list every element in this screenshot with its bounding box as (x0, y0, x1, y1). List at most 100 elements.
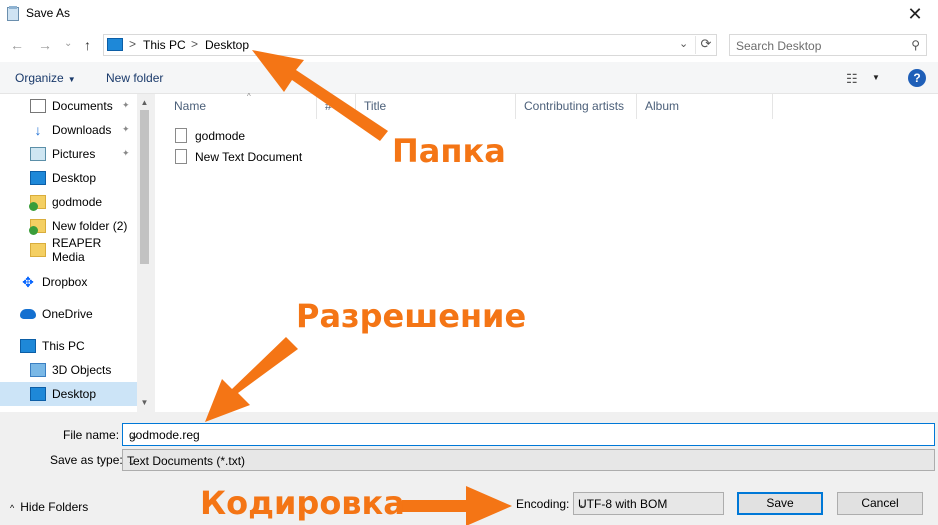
column-header-number[interactable]: # (317, 94, 356, 119)
sidebar-item-label: Pictures (52, 147, 96, 161)
search-input[interactable]: Search Desktop ⚲ (729, 34, 927, 56)
scroll-up-arrow-icon[interactable]: ▲ (137, 96, 152, 110)
dropbox-icon: ✥ (22, 274, 34, 290)
column-header-contributing-artists[interactable]: Contributing artists (516, 94, 637, 119)
up-button[interactable]: ↑ (84, 36, 91, 54)
new-folder-button[interactable]: New folder (106, 71, 163, 85)
sidebar-item-reaper-media[interactable]: REAPER Media (30, 236, 137, 264)
window-title: Save As (26, 6, 71, 20)
sidebar-item-onedrive[interactable]: OneDrive (20, 302, 137, 326)
column-header-label: Name (174, 99, 207, 113)
chevron-down-icon: ⌄ (127, 454, 138, 468)
desktop-icon (30, 171, 46, 185)
sidebar-item-godmode[interactable]: godmode (29, 190, 137, 214)
3d-objects-icon (30, 363, 46, 377)
sidebar-item-label: godmode (52, 195, 103, 209)
pin-icon: ✦ (122, 124, 130, 134)
folder-synced-icon (29, 195, 46, 211)
save-form: File name: godmode.reg ⌄ Save as type: T… (0, 412, 938, 525)
sidebar-item-pictures[interactable]: Pictures (30, 142, 137, 166)
navigation-bar: ← → ⌄ ↑ > This PC > Desktop ⌄ ⟳ Search D… (0, 28, 938, 62)
sync-check-icon (29, 226, 38, 235)
pin-icon: ✦ (122, 100, 130, 110)
view-options-icon[interactable]: ☷ (846, 71, 858, 87)
command-toolbar: Organize ▼ New folder ☷ ▼ ? (0, 62, 938, 94)
folder-annotation: Папка (392, 132, 506, 170)
organize-label: Organize (15, 71, 64, 85)
onedrive-icon (20, 309, 36, 319)
search-icon[interactable]: ⚲ (911, 38, 920, 52)
file-name: New Text Document (195, 149, 303, 164)
breadcrumb-separator: > (191, 37, 199, 51)
address-bar[interactable]: > This PC > Desktop ⌄ ⟳ (103, 34, 717, 56)
folder-icon (30, 243, 46, 257)
sidebar-item-new-folder-2[interactable]: New folder (2) (29, 214, 137, 238)
encoding-select[interactable]: UTF-8 with BOM ⌄ (573, 492, 724, 515)
file-name: godmode (195, 128, 246, 143)
hide-folders-label: Hide Folders (20, 500, 89, 514)
sidebar-item-label: REAPER Media (52, 236, 102, 264)
sidebar-item-desktop-selected[interactable]: Desktop (0, 382, 137, 406)
save-button[interactable]: Save (737, 492, 823, 515)
pin-icon: ✦ (122, 148, 130, 158)
column-header-title[interactable]: Title (356, 94, 516, 119)
encoding-label: Encoding: (516, 497, 570, 511)
sidebar-item-label: OneDrive (42, 307, 93, 321)
sidebar-item-label: Desktop (52, 171, 97, 185)
address-dropdown-button[interactable]: ⌄ (679, 37, 688, 50)
title-bar: Save As ✕ (0, 0, 938, 28)
file-name-label: File name: (63, 428, 120, 442)
document-icon (30, 99, 46, 113)
sidebar-item-downloads[interactable]: ↓ Downloads (30, 118, 137, 142)
desktop-icon (30, 387, 46, 401)
pictures-icon (30, 147, 46, 161)
save-type-select[interactable]: Text Documents (*.txt) ⌄ (122, 449, 935, 471)
scrollbar-thumb[interactable] (140, 110, 149, 264)
cancel-button[interactable]: Cancel (837, 492, 923, 515)
sidebar-item-label: Dropbox (42, 275, 88, 289)
recent-locations-button[interactable]: ⌄ (64, 35, 72, 53)
sidebar-item-this-pc[interactable]: This PC (20, 334, 137, 358)
chevron-down-icon[interactable]: ⌄ (129, 428, 930, 442)
refresh-button[interactable]: ⟳ (695, 36, 716, 54)
navigation-pane: Documents ✦ ↓ Downloads ✦ Pictures ✦ Des… (0, 94, 152, 412)
this-pc-icon (20, 339, 36, 353)
help-icon[interactable]: ? (908, 69, 926, 87)
forward-button[interactable]: → (38, 36, 52, 54)
chevron-up-icon: ^ (10, 503, 15, 513)
scroll-down-arrow-icon[interactable]: ▼ (137, 396, 152, 410)
organize-button[interactable]: Organize ▼ (15, 71, 76, 85)
file-row-new-text-document[interactable]: New Text Document (175, 146, 302, 167)
back-button[interactable]: ← (10, 36, 24, 54)
notepad-icon (7, 6, 19, 21)
sidebar-item-label: 3D Objects (52, 363, 112, 377)
file-list-pane: Name ^ # Title Contributing artists Albu… (155, 92, 938, 412)
breadcrumb-separator: > (129, 37, 137, 51)
column-header-name[interactable]: Name ^ (166, 92, 317, 119)
sidebar-item-label: Downloads (52, 123, 112, 137)
sidebar-item-label: This PC (42, 339, 85, 353)
sort-ascending-icon: ^ (247, 92, 251, 101)
sidebar-item-dropbox[interactable]: ✥ Dropbox (20, 270, 137, 294)
chevron-down-icon: ⌄ (578, 497, 589, 511)
file-row-godmode[interactable]: godmode (175, 125, 245, 146)
chevron-down-icon[interactable]: ▼ (872, 73, 880, 82)
text-file-icon (175, 149, 187, 164)
close-button[interactable]: ✕ (892, 0, 938, 28)
encoding-annotation: Кодировка (200, 484, 405, 522)
folder-synced-icon (29, 219, 46, 235)
sidebar-item-label: Documents (52, 99, 113, 113)
column-header-album[interactable]: Album (637, 94, 773, 119)
this-pc-icon (107, 38, 123, 51)
extension-annotation: Разрешение (296, 297, 527, 335)
sidebar-item-documents[interactable]: Documents (30, 94, 137, 118)
breadcrumb-desktop[interactable]: Desktop (205, 38, 249, 52)
sidebar-scrollbar[interactable]: ▲ ▼ (137, 94, 152, 412)
sidebar-item-label: Desktop (52, 387, 97, 401)
hide-folders-button[interactable]: ^ Hide Folders (10, 500, 88, 514)
sidebar-item-desktop-quick[interactable]: Desktop (30, 166, 137, 190)
file-name-field[interactable]: godmode.reg ⌄ (122, 423, 935, 446)
chevron-down-icon: ▼ (67, 75, 76, 84)
breadcrumb-this-pc[interactable]: This PC (143, 38, 186, 52)
sidebar-item-3d-objects[interactable]: 3D Objects (30, 358, 137, 382)
